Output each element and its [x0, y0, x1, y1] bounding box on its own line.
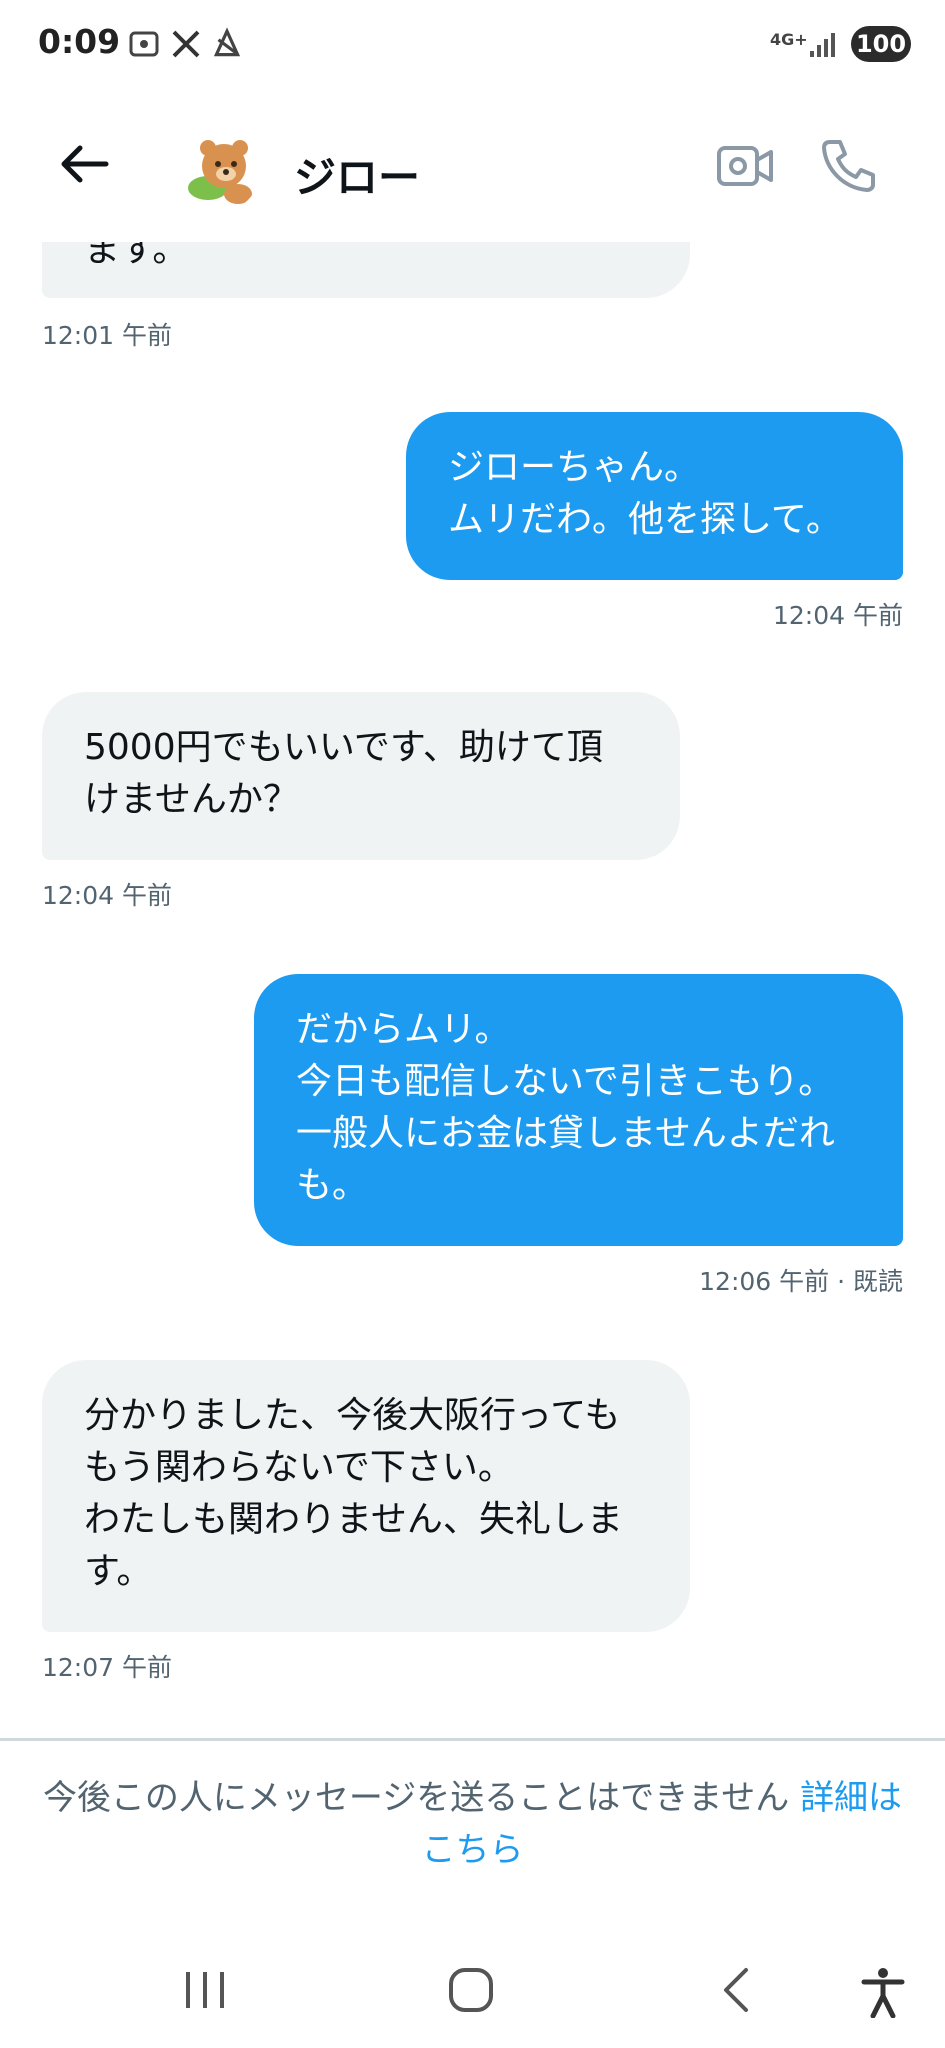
message-timestamp: 12:01 午前 [42, 321, 172, 350]
incoming-message[interactable]: 分かりました、今後大阪行っても もう関わらないで下さい。 わたしも関わりません、… [42, 1360, 690, 1632]
conversation-header: ジロー [0, 92, 945, 242]
message-timestamp: 12:06 午前 · 既読 [699, 1267, 903, 1296]
message-text: ジローちゃん。 ムリだわ。他を探して。 [448, 447, 842, 540]
system-nav-bar [0, 1930, 945, 2048]
notice-text: 今後この人にメッセージを送ることはできません [42, 1778, 790, 1818]
battery-indicator: 100 [851, 26, 911, 62]
message-list[interactable]: ます。 12:01 午前 ジローちゃん。 ムリだわ。他を探して。 12:04 午… [0, 242, 945, 1738]
network-type: 4G+ [770, 30, 808, 49]
video-call-icon[interactable] [716, 140, 774, 192]
phone-icon[interactable] [820, 136, 878, 194]
message-text: ます。 [84, 242, 189, 270]
status-bar: 0:09 4G+ 100 [0, 0, 945, 92]
incoming-message[interactable]: ます。 [42, 242, 690, 298]
status-time: 0:09 [38, 22, 121, 61]
contact-avatar[interactable] [178, 130, 260, 212]
app-notification-icon [213, 27, 241, 57]
screenshot-icon [129, 31, 159, 57]
footer-divider [0, 1738, 945, 1741]
message-text: 分かりました、今後大阪行っても もう関わらないで下さい。 わたしも関わりません、… [84, 1395, 623, 1592]
home-icon[interactable] [446, 1966, 496, 2014]
bear-avatar-icon [178, 130, 260, 212]
contact-name[interactable]: ジロー [294, 144, 420, 205]
message-timestamp: 12:04 午前 [773, 601, 903, 630]
back-arrow-icon[interactable] [56, 142, 112, 186]
message-text: 5000円でもいいです、助けて頂 けませんか？ [84, 727, 603, 820]
blocked-notice: 今後この人にメッセージを送ることはできません 詳細はこちら [40, 1772, 905, 1876]
recent-apps-icon[interactable] [180, 1966, 230, 2014]
x-logo-icon [172, 30, 200, 58]
accessibility-icon[interactable] [860, 1966, 906, 2018]
back-nav-icon[interactable] [716, 1966, 756, 2014]
signal-icon [810, 33, 835, 57]
outgoing-message[interactable]: ジローちゃん。 ムリだわ。他を探して。 [406, 412, 903, 580]
message-timestamp: 12:07 午前 [42, 1653, 172, 1682]
incoming-message[interactable]: 5000円でもいいです、助けて頂 けませんか？ [42, 692, 680, 860]
message-timestamp: 12:04 午前 [42, 881, 172, 910]
message-text: だからムリ。 今日も配信しないで引きこもり。 一般人にお金は貸しませんよだれ も… [296, 1009, 835, 1206]
outgoing-message[interactable]: だからムリ。 今日も配信しないで引きこもり。 一般人にお金は貸しませんよだれ も… [254, 974, 903, 1246]
